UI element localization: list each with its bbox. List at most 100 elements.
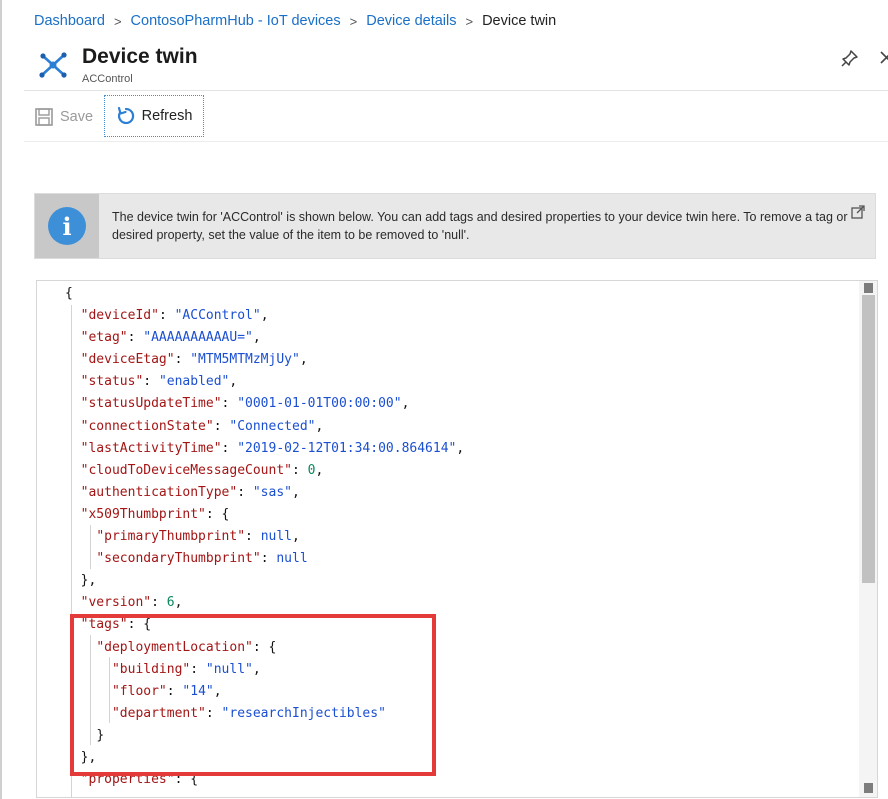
scroll-down-arrow[interactable] — [864, 783, 873, 793]
json-punctuation: : — [221, 396, 238, 412]
json-key: "secondaryThumbprint" — [96, 551, 261, 567]
code-line[interactable]: }, — [65, 747, 847, 769]
code-line[interactable]: "lastActivityTime": "2019-02-12T01:34:00… — [65, 438, 847, 460]
code-line[interactable]: "deploymentLocation": { — [65, 637, 847, 659]
code-line[interactable]: "department": "researchInjectibles" — [65, 703, 847, 725]
json-punctuation: , — [292, 529, 300, 545]
json-key: "primaryThumbprint" — [96, 529, 246, 545]
code-line[interactable]: "cloudToDeviceMessageCount": 0, — [65, 460, 847, 482]
code-line[interactable]: "building": "null", — [65, 659, 847, 681]
json-key: "properties" — [80, 772, 175, 788]
json-key: "deviceEtag" — [80, 352, 175, 368]
device-twin-icon — [39, 52, 67, 78]
info-icon-container: i — [35, 194, 99, 258]
info-icon: i — [48, 207, 86, 245]
save-button[interactable]: Save — [34, 104, 93, 130]
code-line[interactable]: "deviceEtag": "MTM5MTMzMjUy", — [65, 349, 847, 371]
breadcrumb-separator: > — [113, 13, 122, 29]
json-punctuation: }, — [80, 749, 97, 765]
json-value: "ACControl" — [174, 308, 261, 324]
code-line[interactable]: "secondaryThumbprint": null — [65, 548, 847, 570]
code-line[interactable]: } — [65, 725, 847, 747]
header-divider — [24, 90, 888, 91]
json-punctuation: , — [292, 484, 300, 500]
json-value: "14" — [182, 683, 214, 699]
json-key: "x509Thumbprint" — [80, 506, 206, 522]
info-banner-text: The device twin for 'ACControl' is shown… — [112, 210, 848, 242]
code-line[interactable]: "etag": "AAAAAAAAAAU=", — [65, 327, 847, 349]
json-key: "cloudToDeviceMessageCount" — [80, 462, 292, 478]
code-line[interactable]: "authenticationType": "sas", — [65, 482, 847, 504]
breadcrumb-dashboard[interactable]: Dashboard — [34, 13, 105, 29]
json-punctuation: : { — [174, 772, 199, 788]
json-value: "enabled" — [158, 374, 230, 390]
code-line[interactable]: "x509Thumbprint": { — [65, 504, 847, 526]
info-banner: i The device twin for 'ACControl' is sho… — [34, 193, 876, 259]
json-value: "AAAAAAAAAAU=" — [143, 330, 253, 346]
json-punctuation: } — [96, 727, 105, 743]
json-key: "etag" — [80, 330, 128, 346]
json-punctuation: : { — [205, 506, 230, 522]
toolbar-divider — [24, 141, 888, 142]
breadcrumb-iot-devices[interactable]: ContosoPharmHub - IoT devices — [131, 13, 341, 29]
json-punctuation: : — [245, 529, 261, 545]
json-punctuation: : — [158, 308, 175, 324]
json-punctuation: , — [260, 308, 269, 324]
code-line[interactable]: "properties": { — [65, 769, 847, 791]
json-code[interactable]: { "deviceId": "ACControl", "etag": "AAAA… — [65, 283, 847, 791]
breadcrumb-current: Device twin — [482, 13, 557, 29]
json-value: "0001-01-01T00:00:00" — [237, 396, 402, 412]
json-key: "connectionState" — [80, 418, 214, 434]
json-punctuation: : — [237, 484, 253, 500]
page-title: Device twin — [82, 45, 198, 68]
code-line[interactable]: { — [65, 283, 847, 305]
json-value: null — [276, 551, 308, 567]
json-punctuation: , — [401, 396, 410, 412]
json-punctuation: , — [315, 462, 324, 478]
code-line[interactable]: "deviceId": "ACControl", — [65, 305, 847, 327]
scrollbar-thumb[interactable] — [862, 295, 875, 583]
code-line[interactable]: "connectionState": "Connected", — [65, 416, 847, 438]
json-punctuation: : — [260, 551, 277, 567]
json-punctuation: { — [65, 286, 73, 301]
json-key: "floor" — [111, 683, 167, 699]
scroll-up-arrow[interactable] — [864, 283, 873, 293]
breadcrumb-separator: > — [465, 13, 474, 29]
json-value: "researchInjectibles" — [221, 705, 386, 721]
json-key: "status" — [80, 374, 144, 390]
json-punctuation: , — [252, 661, 261, 677]
json-punctuation: : — [213, 418, 230, 434]
code-line[interactable]: "statusUpdateTime": "0001-01-01T00:00:00… — [65, 393, 847, 415]
editor-scrollbar[interactable] — [859, 281, 877, 797]
json-punctuation: : { — [127, 617, 152, 633]
json-key: "deviceId" — [80, 308, 159, 324]
json-key: "deploymentLocation" — [96, 639, 253, 655]
json-value: "sas" — [252, 484, 292, 500]
json-key: "tags" — [80, 617, 128, 633]
json-punctuation: , — [456, 440, 465, 456]
breadcrumb-device-details[interactable]: Device details — [366, 13, 456, 29]
page-subtitle: ACControl — [82, 73, 133, 85]
code-line[interactable]: "version": 6, — [65, 592, 847, 614]
code-line[interactable]: "tags": { — [65, 614, 847, 636]
code-line[interactable]: "status": "enabled", — [65, 371, 847, 393]
save-button-label: Save — [60, 109, 94, 125]
pin-icon[interactable] — [840, 48, 860, 68]
json-punctuation: : — [127, 330, 144, 346]
refresh-button-label: Refresh — [141, 108, 193, 124]
json-editor[interactable]: { "deviceId": "ACControl", "etag": "AAAA… — [36, 280, 878, 798]
code-line[interactable]: "floor": "14", — [65, 681, 847, 703]
json-punctuation: }, — [80, 573, 97, 589]
json-value: "2019-02-12T01:34:00.864614" — [237, 440, 457, 456]
external-link-icon[interactable] — [850, 204, 866, 220]
refresh-button[interactable]: Refresh — [104, 95, 204, 137]
device-twin-blade: Dashboard > ContosoPharmHub - IoT device… — [0, 0, 888, 799]
json-punctuation: , — [229, 374, 238, 390]
refresh-icon — [117, 106, 134, 125]
code-line[interactable]: }, — [65, 570, 847, 592]
close-icon[interactable] — [872, 46, 888, 68]
code-line[interactable]: "primaryThumbprint": null, — [65, 526, 847, 548]
json-value: "null" — [205, 661, 253, 677]
json-punctuation: , — [315, 418, 324, 434]
json-punctuation: , — [174, 595, 183, 611]
